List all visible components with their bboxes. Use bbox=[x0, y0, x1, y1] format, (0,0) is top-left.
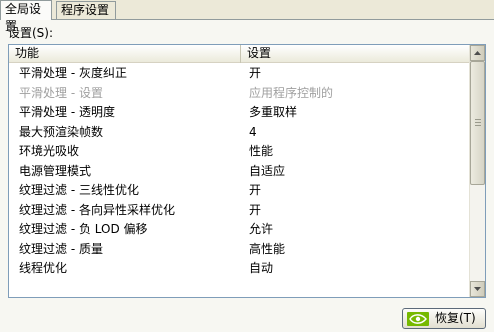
tab-program-settings[interactable]: 程序设置 bbox=[56, 1, 116, 20]
list-item[interactable]: 最大预渲染帧数 4 bbox=[9, 123, 471, 143]
scroll-up-button[interactable] bbox=[470, 45, 485, 61]
feature-name: 平滑处理 - 透明度 bbox=[19, 105, 115, 119]
feature-value: 应用程序控制的 bbox=[249, 85, 334, 100]
list-item[interactable]: 纹理过滤 - 各向异性采样优化 开 bbox=[9, 201, 471, 221]
feature-value: 允许 bbox=[249, 222, 274, 236]
arrow-down-icon bbox=[474, 287, 481, 291]
feature-value: 多重取样 bbox=[249, 105, 298, 119]
column-header-setting[interactable]: 设置 bbox=[241, 45, 471, 63]
scroll-down-button[interactable] bbox=[470, 281, 485, 297]
feature-value: 性能 bbox=[249, 144, 274, 158]
list-item[interactable]: 纹理过滤 - 三线性优化 开 bbox=[9, 181, 471, 201]
list-item[interactable]: 纹理过滤 - 负 LOD 偏移 允许 bbox=[9, 220, 471, 240]
grip-line bbox=[475, 119, 481, 120]
feature-name: 线程优化 bbox=[19, 261, 68, 275]
nvidia-logo-icon bbox=[407, 312, 429, 326]
column-header-feature[interactable]: 功能 bbox=[9, 45, 241, 63]
restore-button[interactable]: 恢复(T) bbox=[402, 308, 486, 329]
grip-line bbox=[475, 125, 481, 126]
list-item[interactable]: 线程优化 自动 bbox=[9, 259, 471, 279]
list-item[interactable]: 环境光吸收 性能 bbox=[9, 142, 471, 162]
tab-label: 程序设置 bbox=[61, 3, 110, 17]
list-rows: 平滑处理 - 灰度纠正 开 平滑处理 - 设置 应用程序控制的 平滑处理 - 透… bbox=[9, 64, 471, 279]
tab-bar: 全局设置 程序设置 bbox=[0, 0, 494, 33]
tab-global-settings[interactable]: 全局设置 bbox=[0, 0, 52, 33]
feature-name: 环境光吸收 bbox=[19, 144, 80, 158]
feature-name: 平滑处理 - 设置 bbox=[19, 85, 103, 100]
feature-value: 4 bbox=[249, 124, 257, 139]
feature-value: 自动 bbox=[249, 261, 274, 275]
list-item[interactable]: 平滑处理 - 灰度纠正 开 bbox=[9, 64, 471, 84]
list-item[interactable]: 纹理过滤 - 质量 高性能 bbox=[9, 240, 471, 260]
feature-value: 开 bbox=[249, 66, 262, 80]
arrow-up-icon bbox=[474, 51, 481, 55]
feature-name: 纹理过滤 - 质量 bbox=[19, 241, 103, 256]
restore-button-label: 恢复(T) bbox=[435, 311, 476, 325]
feature-name: 纹理过滤 - 负 LOD 偏移 bbox=[19, 222, 148, 236]
list-header: 功能 设置 bbox=[9, 45, 471, 63]
scrollbar-thumb[interactable] bbox=[470, 61, 485, 185]
vertical-scrollbar[interactable] bbox=[469, 45, 485, 297]
list-item: 平滑处理 - 设置 应用程序控制的 bbox=[9, 84, 471, 104]
feature-value: 开 bbox=[249, 202, 262, 217]
feature-value: 开 bbox=[249, 183, 262, 197]
grip-line bbox=[475, 122, 481, 123]
feature-value: 高性能 bbox=[249, 241, 286, 256]
feature-name: 纹理过滤 - 三线性优化 bbox=[19, 183, 139, 197]
feature-value: 自适应 bbox=[249, 163, 286, 178]
settings-list[interactable]: 功能 设置 平滑处理 - 灰度纠正 开 平滑处理 - 设置 应用程序控制的 平滑… bbox=[8, 44, 486, 298]
feature-name: 最大预渲染帧数 bbox=[19, 124, 104, 139]
list-item[interactable]: 平滑处理 - 透明度 多重取样 bbox=[9, 103, 471, 123]
feature-name: 平滑处理 - 灰度纠正 bbox=[19, 66, 127, 80]
list-item[interactable]: 电源管理模式 自适应 bbox=[9, 162, 471, 182]
feature-name: 电源管理模式 bbox=[19, 163, 92, 178]
feature-name: 纹理过滤 - 各向异性采样优化 bbox=[19, 202, 175, 217]
